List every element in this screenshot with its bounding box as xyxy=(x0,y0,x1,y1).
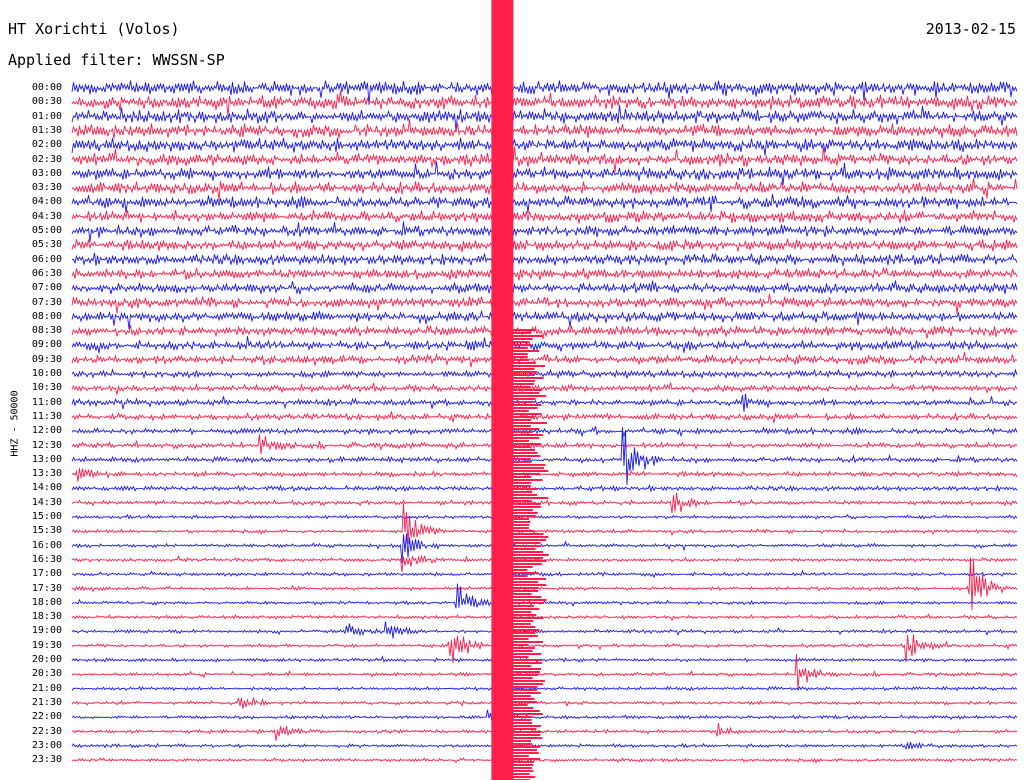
trace-line xyxy=(71,655,1018,664)
trace-line xyxy=(71,119,1018,140)
saturated-event-band xyxy=(491,0,514,780)
trace-line xyxy=(71,194,1018,213)
trace-line xyxy=(71,104,1018,132)
trace-line xyxy=(71,411,1018,424)
event-coda xyxy=(513,329,549,780)
trace-line xyxy=(71,709,1018,724)
trace-line xyxy=(71,634,1018,664)
trace-line xyxy=(71,309,1018,330)
trace-line xyxy=(71,252,1018,267)
trace-line xyxy=(71,221,1018,242)
trace-line xyxy=(71,492,1018,514)
trace-line xyxy=(71,382,1018,395)
trace-line xyxy=(71,554,1018,573)
trace-line xyxy=(71,427,1018,485)
trace-line xyxy=(71,426,1018,438)
trace-line xyxy=(71,434,1018,455)
trace-line xyxy=(71,368,1018,380)
trace-line xyxy=(71,161,1018,186)
trace-line xyxy=(71,209,1018,224)
trace-line xyxy=(71,484,1018,493)
trace-line xyxy=(71,757,1018,764)
trace-line xyxy=(71,685,1018,692)
trace-line xyxy=(71,723,1018,741)
trace-line xyxy=(71,351,1018,368)
trace-line xyxy=(71,267,1018,281)
trace-line xyxy=(71,569,1018,579)
trace-line xyxy=(71,583,1018,609)
trace-line xyxy=(71,613,1018,622)
trace-line xyxy=(71,238,1018,253)
trace-line xyxy=(71,557,1018,611)
trace-line xyxy=(71,293,1018,314)
helicorder-plot: HT Xorichti (Volos) Applied filter: WWSS… xyxy=(0,0,1024,780)
trace-line xyxy=(71,513,1018,520)
trace-line xyxy=(71,80,1018,105)
trace-line xyxy=(71,697,1018,709)
trace-line xyxy=(71,741,1018,751)
seismogram-traces xyxy=(71,0,1018,780)
trace-line xyxy=(71,621,1018,639)
trace-line xyxy=(71,336,1018,354)
trace-line xyxy=(71,324,1018,340)
trace-line xyxy=(71,178,1018,201)
trace-line xyxy=(71,280,1018,295)
trace-line xyxy=(71,133,1018,156)
